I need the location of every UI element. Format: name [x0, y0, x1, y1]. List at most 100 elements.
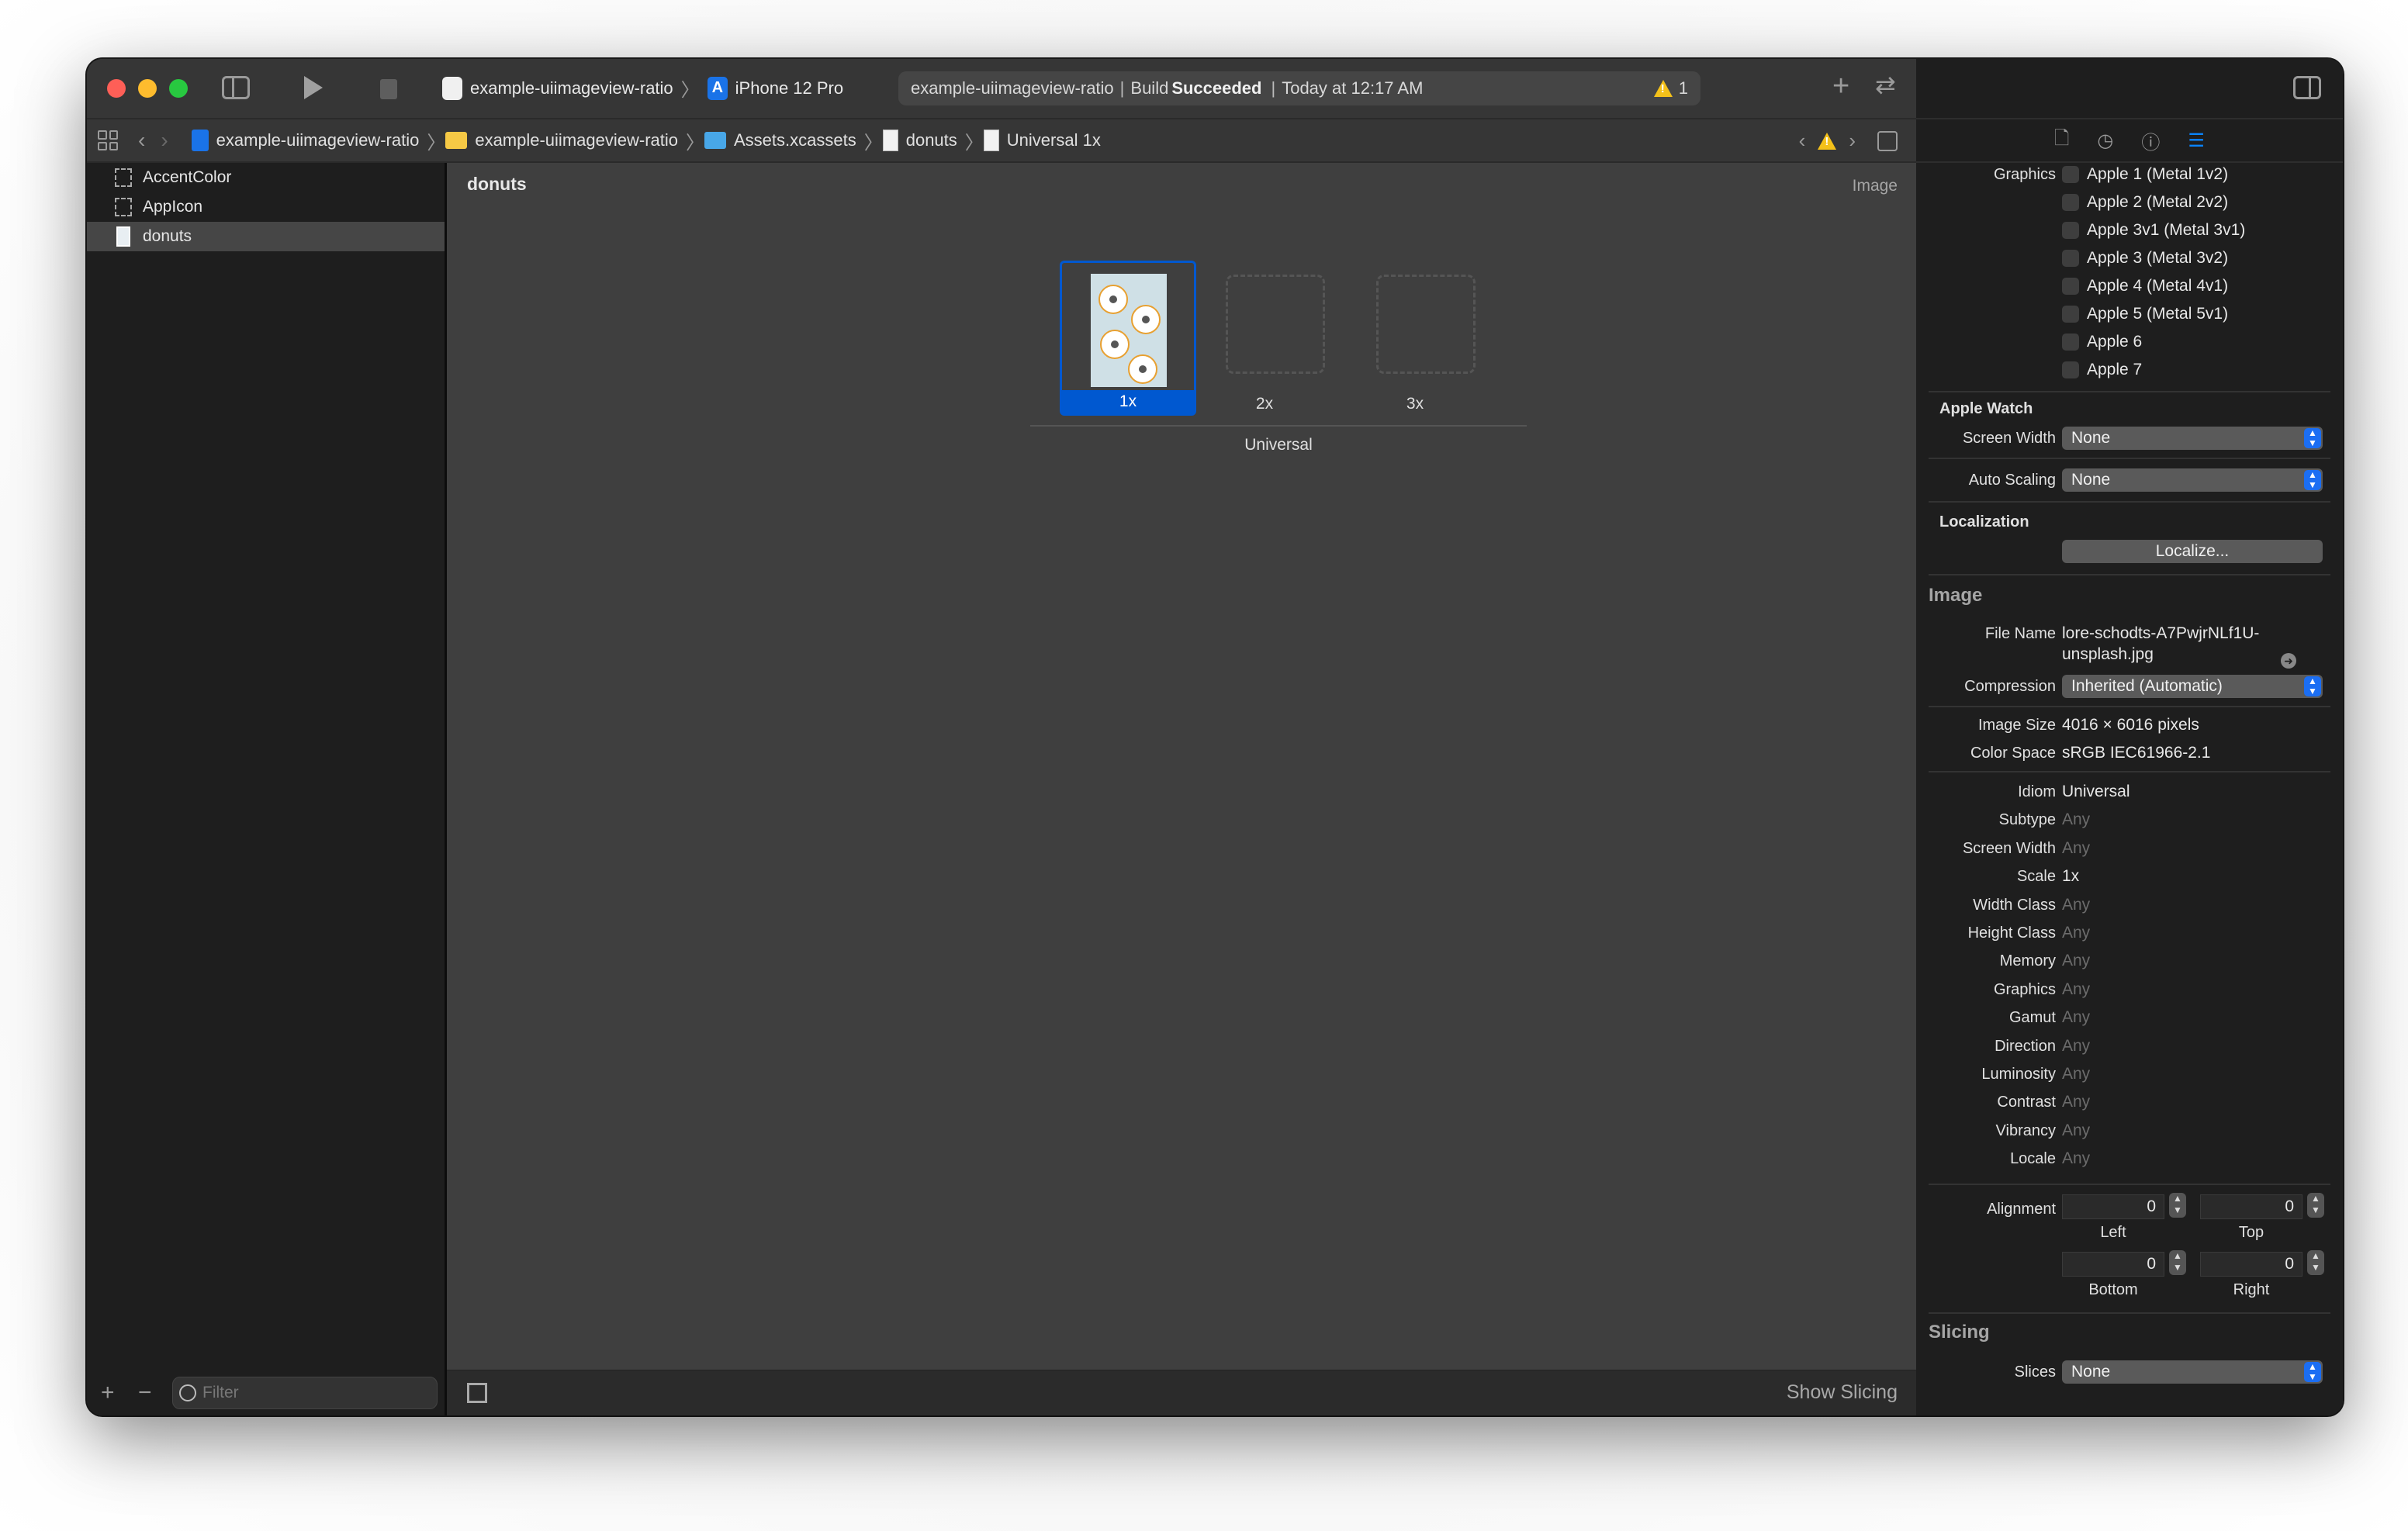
asset-title: donuts: [467, 174, 527, 194]
attribute-value[interactable]: Any: [2062, 1121, 2090, 1140]
localize-button[interactable]: Localize...: [2062, 540, 2323, 563]
image-slot-3x[interactable]: 3x: [1347, 261, 1483, 416]
chevron-right-icon: 〉: [427, 132, 446, 154]
asset-item-donuts[interactable]: donuts: [87, 222, 445, 251]
checkbox-label[interactable]: Apple 7: [2087, 361, 2142, 379]
quick-help-icon[interactable]: ⓘ: [2141, 127, 2160, 154]
related-items-icon[interactable]: [98, 130, 118, 150]
alignment-left-field[interactable]: 0: [2062, 1194, 2164, 1219]
attribute-row: Luminosity Any: [1916, 1063, 2343, 1089]
attribute-label: Height Class: [1967, 924, 2056, 942]
checkbox-label[interactable]: Apple 2 (Metal 2v2): [2087, 193, 2228, 212]
graphics-checkbox[interactable]: [2062, 194, 2079, 211]
image-slot-1x[interactable]: 1x: [1060, 261, 1196, 416]
checkbox-label[interactable]: Apple 3v1 (Metal 3v1): [2087, 221, 2245, 240]
attribute-value[interactable]: Any: [2062, 1037, 2090, 1056]
breadcrumb-item[interactable]: Assets.xcassets 〉: [704, 127, 883, 154]
breadcrumb-item[interactable]: example-uiimageview-ratio 〉: [191, 127, 446, 154]
inspector-toggle-icon[interactable]: [2293, 76, 2321, 99]
image-set-icon: [882, 130, 898, 151]
graphics-checkbox[interactable]: [2062, 306, 2079, 323]
zoom-button[interactable]: [169, 79, 188, 98]
compression-popup[interactable]: Inherited (Automatic) ▲ ▼: [2062, 675, 2323, 698]
attribute-value[interactable]: Any: [2062, 924, 2090, 942]
attribute-value[interactable]: Any: [2062, 810, 2090, 829]
alignment-left-stepper[interactable]: ▲ ▼: [2169, 1193, 2186, 1218]
warning-icon: [1653, 80, 1673, 97]
history-inspector-icon[interactable]: ◷: [2097, 130, 2113, 152]
attribute-label: Screen Width: [1962, 839, 2056, 857]
image-slot-2x[interactable]: 2x: [1196, 261, 1333, 416]
slices-popup[interactable]: None ▲ ▼: [2062, 1360, 2323, 1384]
alignment-bottom-stepper[interactable]: ▲ ▼: [2169, 1250, 2186, 1275]
graphics-checkbox[interactable]: [2062, 166, 2079, 183]
attribute-row: Idiom Universal: [1916, 780, 2343, 807]
activity-view[interactable]: example-uiimageview-ratio | Build Succee…: [898, 71, 1700, 105]
breadcrumb-item[interactable]: donuts 〉: [882, 127, 984, 154]
forward-icon[interactable]: ›: [161, 128, 168, 153]
attribute-value[interactable]: Any: [2062, 980, 2090, 999]
checkbox-label[interactable]: Apple 3 (Metal 3v2): [2087, 249, 2228, 268]
attributes-inspector-icon[interactable]: ☰: [2188, 130, 2205, 152]
code-review-icon[interactable]: ⇄: [1875, 70, 1896, 99]
alignment-bottom-field[interactable]: 0: [2062, 1252, 2164, 1277]
alignment-right-stepper[interactable]: ▲ ▼: [2307, 1250, 2324, 1275]
asset-item-accentcolor[interactable]: AccentColor: [87, 163, 445, 192]
stop-icon[interactable]: [380, 79, 397, 99]
next-issue-icon[interactable]: ›: [1849, 129, 1856, 153]
asset-item-appicon[interactable]: AppIcon: [87, 192, 445, 222]
checkbox-label[interactable]: Apple 5 (Metal 5v1): [2087, 305, 2228, 323]
attribute-label: Gamut: [2008, 1009, 2056, 1027]
checkbox-label[interactable]: Apple 4 (Metal 4v1): [2087, 277, 2228, 295]
auto-scaling-popup[interactable]: None ▲ ▼: [2062, 468, 2323, 492]
attribute-value[interactable]: Universal: [2062, 783, 2130, 801]
filter-input[interactable]: Filter: [172, 1377, 438, 1409]
scheme-device[interactable]: iPhone 12 Pro: [735, 78, 843, 98]
alignment-top-field[interactable]: 0: [2200, 1194, 2302, 1219]
attribute-value[interactable]: 1x: [2062, 867, 2079, 886]
back-icon[interactable]: ‹: [138, 128, 145, 153]
scheme-selector[interactable]: example-uiimageview-ratio 〉 iPhone 12 Pr…: [442, 74, 843, 102]
image-icon: [983, 130, 999, 151]
reveal-in-finder-icon[interactable]: ➜: [2281, 653, 2296, 669]
sidebar-toggle-icon[interactable]: [222, 76, 250, 99]
alignment-top-stepper[interactable]: ▲ ▼: [2307, 1193, 2324, 1218]
attribute-value[interactable]: Any: [2062, 896, 2090, 914]
add-icon[interactable]: +: [1832, 70, 1849, 103]
add-asset-button[interactable]: +: [101, 1380, 124, 1406]
empty-slot-well[interactable]: [1226, 275, 1325, 374]
warning-badge[interactable]: 1: [1653, 78, 1688, 98]
attribute-value[interactable]: Any: [2062, 952, 2090, 970]
attribute-value[interactable]: Any: [2062, 839, 2090, 858]
graphics-checkbox[interactable]: [2062, 361, 2079, 378]
graphics-checkbox[interactable]: [2062, 250, 2079, 267]
checkbox-label[interactable]: Apple 6: [2087, 333, 2142, 351]
minimize-button[interactable]: [138, 79, 157, 98]
attribute-value[interactable]: Any: [2062, 1065, 2090, 1083]
checkbox-label[interactable]: Apple 1 (Metal 1v2): [2087, 165, 2228, 184]
warning-icon[interactable]: [1818, 132, 1837, 150]
filter-placeholder: Filter: [202, 1384, 239, 1401]
show-slicing-button[interactable]: Show Slicing: [1787, 1381, 1898, 1404]
remove-asset-button[interactable]: −: [138, 1380, 161, 1406]
screen-width-popup[interactable]: None ▲ ▼: [2062, 427, 2323, 450]
file-inspector-icon[interactable]: 🗋: [2054, 125, 2069, 157]
attribute-row: Scale 1x: [1916, 865, 2343, 891]
breadcrumb-item[interactable]: Universal 1x: [983, 130, 1101, 151]
close-button[interactable]: [107, 79, 126, 98]
attribute-value[interactable]: Any: [2062, 1149, 2090, 1168]
attribute-value[interactable]: Any: [2062, 1008, 2090, 1027]
slicing-icon[interactable]: [467, 1383, 487, 1403]
attribute-label: Graphics: [1993, 980, 2056, 998]
breadcrumb-item[interactable]: example-uiimageview-ratio 〉: [445, 127, 704, 154]
alignment-right-field[interactable]: 0: [2200, 1252, 2302, 1277]
graphics-checkbox[interactable]: [2062, 278, 2079, 295]
empty-slot-well[interactable]: [1376, 275, 1476, 374]
graphics-checkbox[interactable]: [2062, 222, 2079, 239]
scheme-project[interactable]: example-uiimageview-ratio: [470, 78, 673, 98]
add-editor-icon[interactable]: [1877, 130, 1898, 151]
graphics-checkbox[interactable]: [2062, 334, 2079, 351]
previous-issue-icon[interactable]: ‹: [1799, 129, 1806, 153]
attribute-value[interactable]: Any: [2062, 1093, 2090, 1111]
run-icon[interactable]: [304, 76, 323, 99]
